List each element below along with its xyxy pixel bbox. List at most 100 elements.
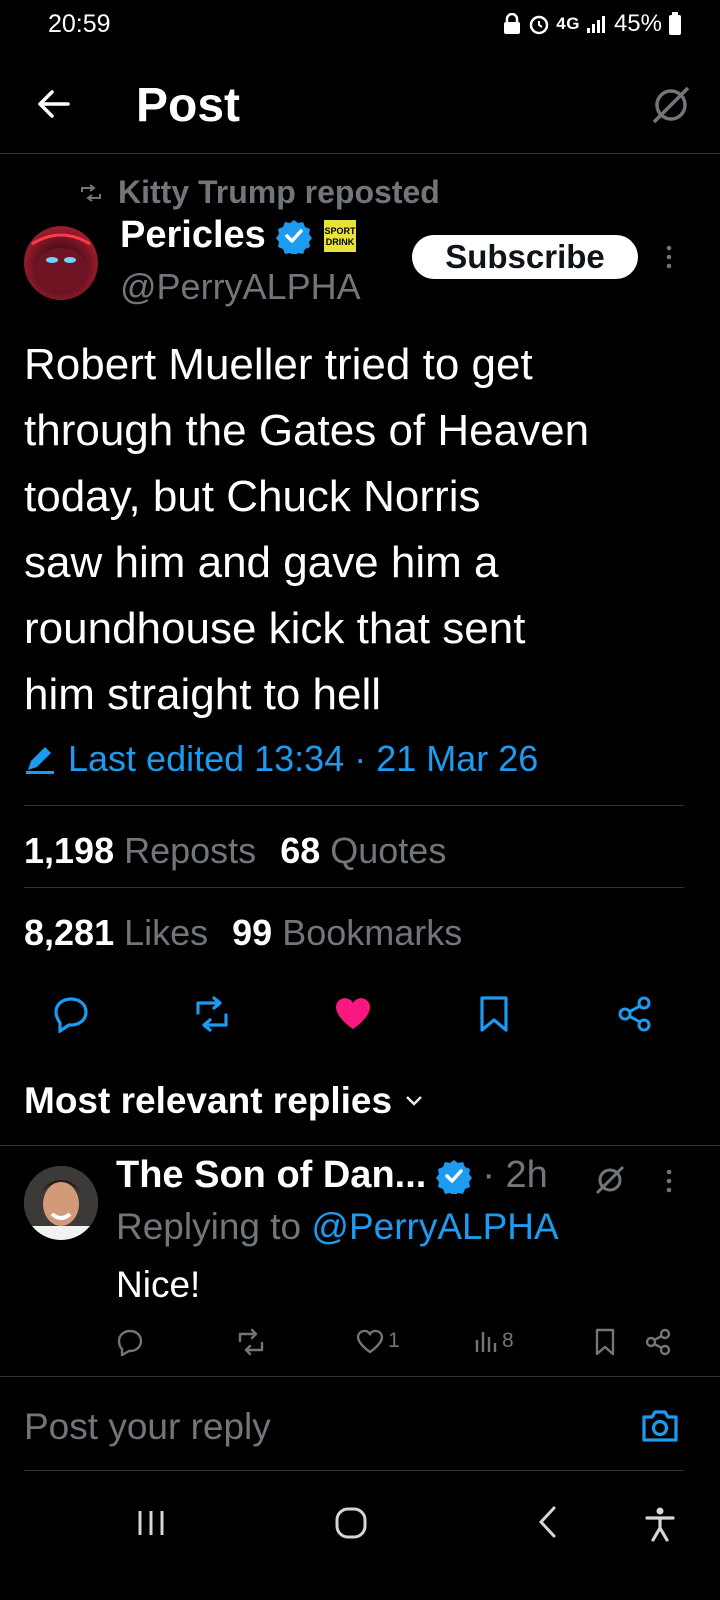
share-icon: [618, 996, 651, 1032]
post-text-line: roundhouse kick that sent: [24, 604, 526, 653]
reply-share-button[interactable]: [644, 1328, 672, 1356]
repost-context-label: Kitty Trump reposted: [118, 174, 440, 210]
post-text-line: through the Gates of Heaven: [24, 406, 590, 455]
camera-icon: [642, 1410, 678, 1442]
reply-reply-button[interactable]: [116, 1328, 144, 1356]
reply-avatar-image: [24, 1166, 98, 1240]
bookmarks-count: 99: [232, 912, 273, 953]
like-button[interactable]: [334, 995, 372, 1031]
network-type: 4G: [556, 14, 580, 33]
quotes-stat[interactable]: 68 Quotes: [280, 830, 446, 872]
repost-icon: [196, 996, 228, 1032]
camera-button[interactable]: [640, 1408, 680, 1444]
accessibility-icon: [645, 1507, 675, 1542]
stats-row-2: 8,281 Likes 99 Bookmarks: [24, 912, 462, 954]
post-more-button[interactable]: [662, 244, 676, 270]
svg-text:DRINK: DRINK: [326, 237, 355, 247]
post-text-line: Robert Mueller tried to get: [24, 340, 533, 389]
lock-icon: [502, 13, 522, 35]
stats-divider-top: [24, 805, 684, 806]
reply-header: The Son of Dan... · 2h: [116, 1154, 548, 1197]
post-text-line: saw him and gave him a: [24, 538, 499, 587]
views-chart-icon: [475, 1332, 497, 1352]
reply-icon: [117, 1329, 143, 1356]
reply-author-avatar[interactable]: [24, 1166, 98, 1240]
affiliate-badge-icon[interactable]: SPORT DRINK: [322, 218, 358, 254]
recents-button[interactable]: [136, 1508, 168, 1538]
reply-icon: [54, 997, 88, 1033]
edited-label: Last edited 13:34 · 21 Mar 26: [68, 738, 539, 779]
replies-sort-label: Most relevant replies: [24, 1080, 393, 1121]
reply-view-count: 8: [502, 1329, 514, 1352]
reply-author-name[interactable]: The Son of Dan...: [116, 1154, 426, 1197]
battery-icon: [668, 12, 682, 36]
reply-more-button[interactable]: [662, 1168, 676, 1194]
post-action-bar: [0, 995, 720, 1039]
reply-no-audience-button[interactable]: [594, 1164, 626, 1196]
verified-badge-icon: [436, 1158, 473, 1194]
back-button[interactable]: [34, 84, 74, 124]
bookmark-button[interactable]: [478, 995, 510, 1033]
quotes-count: 68: [280, 830, 321, 871]
reply-like-button[interactable]: 1: [356, 1328, 400, 1354]
repost-button[interactable]: [192, 995, 232, 1033]
likes-label: Likes: [124, 912, 209, 953]
composer-divider-top: [0, 1376, 720, 1377]
reposts-stat[interactable]: 1,198 Reposts: [24, 830, 256, 872]
heart-filled-icon: [336, 998, 370, 1029]
subscribe-button[interactable]: Subscribe: [412, 235, 638, 279]
replying-to-prefix: Replying to: [116, 1206, 302, 1247]
share-button[interactable]: [616, 995, 654, 1033]
reply-time: · 2h: [482, 1154, 548, 1196]
arrow-left-icon: [38, 90, 70, 118]
no-audience-icon: [652, 86, 690, 124]
reply-views[interactable]: 8: [474, 1328, 514, 1354]
accessibility-button[interactable]: [644, 1506, 676, 1542]
author-avatar-image: [31, 233, 91, 292]
reposts-count: 1,198: [24, 830, 115, 871]
share-icon: [645, 1328, 671, 1356]
reply-bookmark-button[interactable]: [594, 1328, 616, 1356]
edit-pencil-icon: [26, 747, 54, 774]
post-text: Robert Mueller tried to get through the …: [24, 332, 704, 728]
bookmarks-stat[interactable]: 99 Bookmarks: [232, 912, 462, 954]
reply-button[interactable]: [52, 995, 90, 1033]
page-title: Post: [136, 79, 241, 132]
status-icons: 4G 45%: [502, 10, 682, 38]
repost-icon: [238, 1328, 264, 1356]
bookmark-icon: [480, 996, 508, 1032]
heart-outline-icon: [356, 1329, 384, 1354]
replies-divider: [0, 1145, 720, 1146]
reply-repost-button[interactable]: [236, 1328, 266, 1356]
signal-icon: [586, 14, 608, 34]
replying-to-handle[interactable]: @PerryALPHA: [311, 1206, 558, 1247]
more-vertical-icon: [666, 245, 672, 269]
edit-history-link[interactable]: Last edited 13:34 · 21 Mar 26: [24, 738, 538, 780]
author-handle[interactable]: @PerryALPHA: [120, 266, 361, 308]
svg-text:SPORT: SPORT: [324, 226, 356, 236]
system-back-button[interactable]: [536, 1504, 560, 1540]
reply-like-count: 1: [388, 1329, 400, 1352]
repost-context[interactable]: Kitty Trump reposted: [80, 174, 440, 211]
reposts-label: Reposts: [124, 830, 257, 871]
verified-badge-icon: [275, 218, 312, 254]
battery-level: 45%: [613, 10, 662, 37]
quotes-label: Quotes: [330, 830, 447, 871]
repost-icon: [81, 183, 101, 202]
author-name[interactable]: Pericles: [120, 214, 266, 257]
status-time: 20:59: [48, 10, 111, 38]
likes-count: 8,281: [24, 912, 115, 953]
author-avatar[interactable]: [24, 226, 98, 300]
reply-action-bar: 1 8: [0, 1328, 720, 1360]
home-button[interactable]: [334, 1506, 368, 1540]
chevron-left-icon: [538, 1506, 556, 1538]
likes-stat[interactable]: 8,281 Likes: [24, 912, 208, 954]
chevron-down-icon: [406, 1096, 422, 1106]
alarm-icon: [528, 13, 550, 35]
reply-input[interactable]: Post your reply: [24, 1406, 271, 1448]
no-audience-button[interactable]: [650, 84, 692, 126]
stats-row-1: 1,198 Reposts 68 Quotes: [24, 830, 446, 872]
replies-sort-dropdown[interactable]: Most relevant replies: [24, 1080, 424, 1122]
home-icon: [335, 1507, 367, 1539]
replying-to-line: Replying to @PerryALPHA: [116, 1206, 559, 1248]
